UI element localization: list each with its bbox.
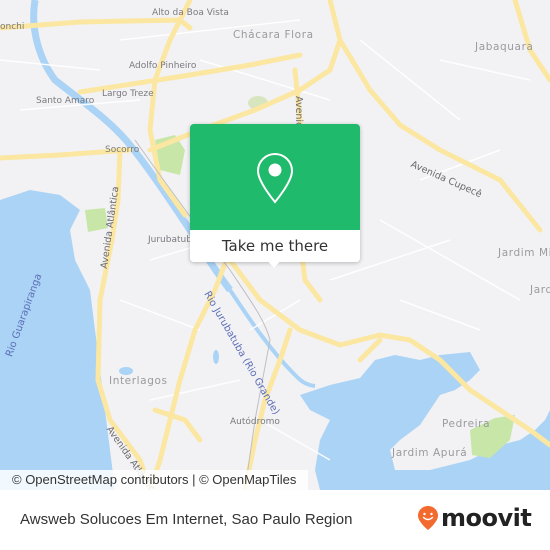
map-view[interactable]: Alto da Boa Vista Chácara Flora Jabaquar… — [0, 0, 550, 490]
label-jabaquara: Jabaquara — [475, 41, 534, 53]
label-conchi: onchi — [0, 22, 25, 32]
label-jardim-apura: Jardim Apurá — [392, 447, 468, 459]
place-title: Awsweb Solucoes Em Internet, Sao Paulo R… — [20, 511, 353, 528]
label-socorro: Socorro — [105, 145, 140, 155]
label-largo-treze: Largo Treze — [102, 89, 154, 99]
rio-jurubatuba — [228, 288, 316, 388]
map-attribution[interactable]: © OpenStreetMap contributors | © OpenMap… — [0, 470, 309, 490]
location-popup: Take me there — [190, 124, 360, 268]
label-jard: Jard — [530, 284, 550, 296]
label-jardim-mi: Jardim Mi — [498, 247, 550, 259]
popup-header — [190, 124, 360, 230]
label-chacara-flora: Chácara Flora — [233, 29, 314, 41]
moovit-wordmark: moovit — [441, 504, 532, 532]
label-autodromo: Autódromo — [230, 417, 280, 427]
label-alto-da-boa-vista: Alto da Boa Vista — [152, 8, 229, 18]
map-pin-icon — [256, 152, 294, 204]
label-santo-amaro: Santo Amaro — [36, 96, 95, 106]
label-interlagos: Interlagos — [109, 375, 168, 387]
popup-pointer — [265, 258, 283, 268]
label-pedreira: Pedreira — [442, 418, 491, 430]
label-adolfo-pinheiro: Adolfo Pinheiro — [129, 61, 197, 71]
moovit-pin-icon — [418, 506, 438, 530]
moovit-logo[interactable]: moovit — [417, 504, 532, 532]
